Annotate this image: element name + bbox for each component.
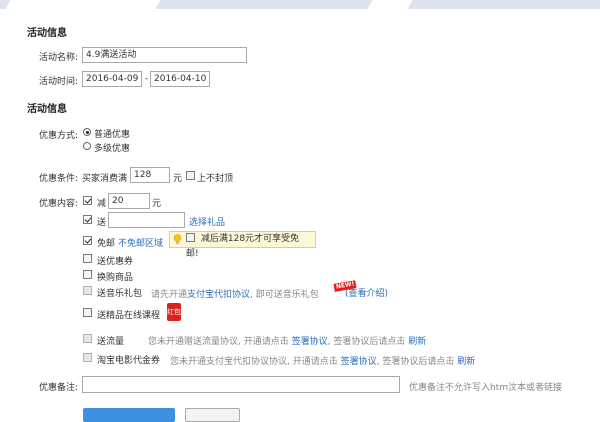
radio-multilevel-discount[interactable] [83,142,91,150]
select-gift-link[interactable]: 选择礼品 [189,215,225,228]
condition-unit: 元 [173,174,183,184]
traffic-sign-agreement-link[interactable]: 签署协议 [292,337,328,347]
radio-normal-discount[interactable] [83,128,91,136]
music-gift-checkbox[interactable] [83,286,92,295]
course-checkbox[interactable] [83,308,92,317]
traffic-description: 您未开通赠送流量协议, 开通请点击 签署协议, 签署协议后请点击 刷新 [148,334,426,347]
free-shipping-tip: 减后满128元才可享受免邮! [169,231,316,259]
traffic-checkbox[interactable] [83,334,92,343]
condition-prefix: 买家消费满 [82,174,128,184]
red-envelope-icon: 红包 [167,303,181,321]
section-title-activity-info: 活动信息 [27,28,67,39]
free-shipping-tip-text: 减后满128元才可享受免邮! [186,234,300,259]
end-date-input[interactable]: 2016-04-10 [150,71,210,87]
music-gift-label: 送音乐礼包 [97,289,143,299]
movie-sign-agreement-link[interactable]: 签署协议 [341,357,377,367]
coupon-label: 送优惠券 [97,257,134,267]
coupon-checkbox[interactable] [83,254,92,263]
traffic-text-2: , 签署协议后请点击 [327,337,406,347]
top-tab-bar [0,0,600,9]
gift-label: 送 [97,218,107,228]
exchange-checkbox[interactable] [83,270,92,279]
discount-content-label: 优惠内容: [39,199,79,209]
remark-input[interactable] [82,376,400,393]
gift-input[interactable] [108,212,185,228]
no-free-shipping-area-link[interactable]: 不免邮区域 [118,236,163,249]
radio-multilevel-discount-label: 多级优惠 [94,144,131,154]
exchange-label: 换购商品 [97,273,134,283]
reduce-label: 减 [97,199,107,209]
reduce-checkbox[interactable] [83,196,92,205]
no-cap-checkbox[interactable] [186,171,195,180]
tab-active[interactable] [5,0,161,9]
remark-hint: 优惠备注不允许写入htm汶本或者链接 [409,383,563,393]
submit-button[interactable] [83,408,175,422]
view-intro-link[interactable]: (查看介绍) [345,286,388,299]
condition-amount-input[interactable]: 128 [130,167,170,183]
reduce-unit: 元 [152,199,162,209]
date-separator: - [145,74,149,84]
reduce-amount-input[interactable]: 20 [108,193,150,209]
cancel-button[interactable] [185,408,240,422]
gift-checkbox[interactable] [83,215,92,224]
section-title-discount-info: 活动信息 [27,104,67,115]
free-shipping-condition-checkbox[interactable] [186,233,195,242]
activity-time-label: 活动时间: [39,77,79,87]
movie-voucher-checkbox[interactable] [83,353,92,362]
movie-refresh-link[interactable]: 刷新 [457,357,475,367]
free-shipping-checkbox[interactable] [83,236,92,245]
traffic-label: 送流量 [97,337,125,347]
free-shipping-label: 免邮 [97,239,116,249]
discount-method-label: 优惠方式: [39,131,79,141]
movie-text-2: , 签署协议后请点击 [376,357,455,367]
music-text-prefix: 请先开通 [151,290,188,300]
traffic-refresh-link[interactable]: 刷新 [408,337,426,347]
remark-label: 优惠备注: [39,383,79,393]
tab-gap [367,0,413,9]
course-label: 送精品在线课程 [97,311,161,321]
activity-name-input[interactable]: 4.9满送活动 [82,47,247,63]
discount-condition-label: 优惠条件: [39,174,79,184]
movie-voucher-label: 淘宝电影代金券 [97,356,161,366]
lightbulb-icon [173,234,182,244]
music-gift-description: 请先开通支付宝代扣协议, 即可送音乐礼包 [151,287,319,300]
movie-text-1: 您未开通支付宝代扣协议协议, 开通请点击 [170,357,338,367]
alipay-withhold-link[interactable]: 支付宝代扣协议 [187,290,250,300]
movie-voucher-description: 您未开通支付宝代扣协议协议, 开通请点击 签署协议, 签署协议后请点击 刷新 [170,354,475,367]
start-date-input[interactable]: 2016-04-09 [82,71,142,87]
no-cap-label: 上不封顶 [197,174,234,184]
radio-normal-discount-label: 普通优惠 [94,130,131,140]
traffic-text-1: 您未开通赠送流量协议, 开通请点击 [148,337,289,347]
music-text-suffix: , 即可送音乐礼包 [250,290,319,300]
activity-name-label: 活动名称: [39,53,79,63]
